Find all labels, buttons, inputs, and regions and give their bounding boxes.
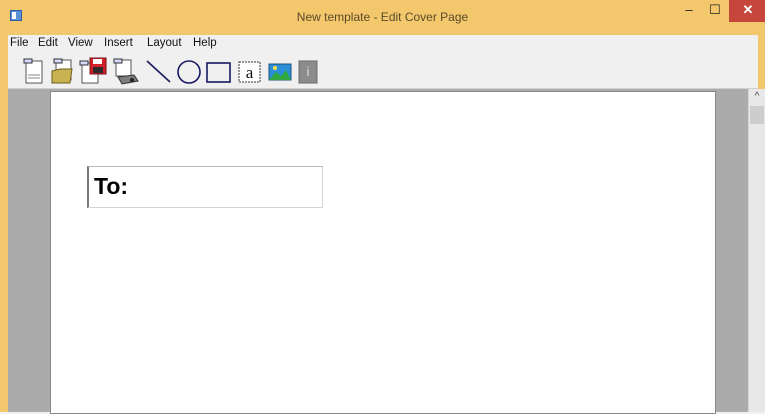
rectangle-tool-icon[interactable]: [204, 57, 234, 85]
application-window: New template - Edit Cover Page – ☐ ✕ Fil…: [0, 0, 765, 414]
vertical-scrollbar[interactable]: ^: [748, 89, 765, 412]
info-icon[interactable]: i: [296, 57, 320, 85]
window-title: New template - Edit Cover Page: [296, 10, 469, 24]
open-template-icon[interactable]: [50, 57, 76, 85]
ellipse-tool-icon[interactable]: [174, 57, 204, 85]
menu-view[interactable]: View: [68, 37, 93, 49]
maximize-button[interactable]: ☐: [702, 0, 728, 22]
title-bar[interactable]: New template - Edit Cover Page – ☐ ✕: [0, 0, 765, 35]
to-label: To:: [94, 173, 129, 199]
text-tool-icon[interactable]: a: [236, 57, 264, 85]
minimize-button[interactable]: –: [676, 0, 702, 22]
line-tool-icon[interactable]: [144, 57, 174, 85]
menu-bar: File Edit View Insert Layout Help: [8, 35, 758, 54]
menu-layout[interactable]: Layout: [147, 37, 182, 49]
fax-preview-icon[interactable]: [110, 57, 140, 85]
info-glyph: i: [307, 64, 310, 79]
toolbar: a i: [8, 54, 758, 89]
menu-file[interactable]: File: [10, 37, 29, 49]
menu-help[interactable]: Help: [193, 37, 217, 49]
scroll-thumb[interactable]: [750, 106, 764, 124]
text-tool-glyph: a: [246, 63, 254, 82]
recipient-field-box[interactable]: To:: [87, 166, 323, 208]
scroll-up-arrow[interactable]: ^: [749, 89, 765, 105]
menu-edit[interactable]: Edit: [38, 37, 58, 49]
new-template-icon[interactable]: [22, 57, 46, 85]
menu-insert[interactable]: Insert: [104, 37, 133, 49]
document-workspace: To:: [8, 89, 758, 414]
close-button[interactable]: ✕: [729, 0, 765, 22]
cover-page-canvas[interactable]: To:: [50, 91, 716, 414]
client-area: File Edit View Insert Layout Help a i To…: [8, 35, 765, 414]
image-tool-icon[interactable]: [266, 57, 294, 85]
save-template-icon[interactable]: [78, 57, 108, 85]
